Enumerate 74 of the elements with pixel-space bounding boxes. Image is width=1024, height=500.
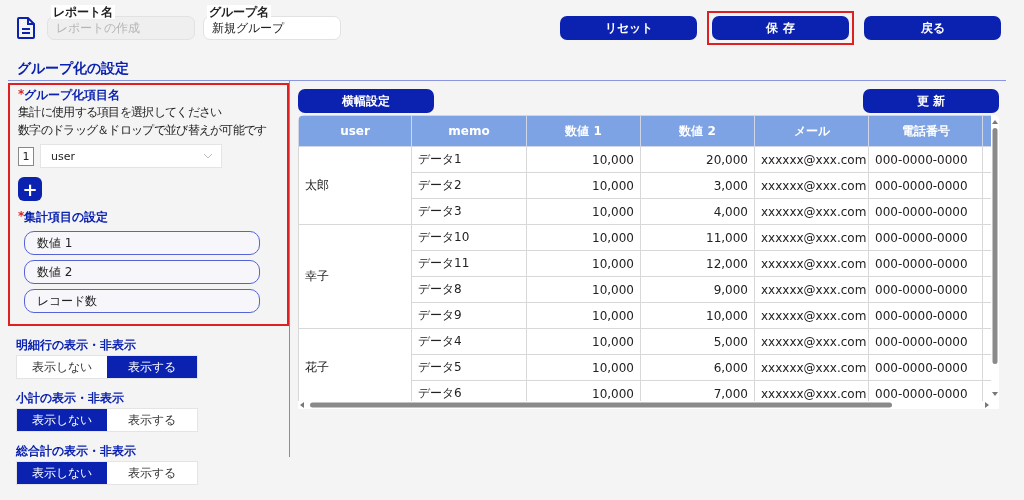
table-cell: 10,000 xyxy=(526,276,641,303)
table-cell: データ8 xyxy=(411,276,527,303)
table-cell: 10,000 xyxy=(526,302,641,329)
toggle-label: 総合計の表示・非表示 xyxy=(16,443,137,459)
toggle-label: 小計の表示・非表示 xyxy=(16,390,125,406)
table-cell: データ3 xyxy=(411,198,527,225)
table-cell: 20,000 xyxy=(640,146,755,173)
table-cell: xxxxxx@xxx.com xyxy=(754,224,869,251)
action-button[interactable]: リセット xyxy=(560,16,697,40)
table-cell: 5,000 xyxy=(640,328,755,355)
table-cell: 10,000 xyxy=(526,224,641,251)
table-cell: 10,000 xyxy=(526,328,641,355)
table-cell: 10,000 xyxy=(640,302,755,329)
table-cell: 000-0000-0000 xyxy=(868,146,983,173)
table-cell: xxxxxx@xxx.com xyxy=(754,276,869,303)
document-icon xyxy=(17,17,35,39)
table-cell: 000-0000-0000 xyxy=(868,328,983,355)
toggle-option[interactable]: 表示しない xyxy=(17,409,107,431)
toggle-label: 明細行の表示・非表示 xyxy=(16,337,137,353)
section-label: 集計項目の設定 xyxy=(24,209,109,225)
chevron-down-icon xyxy=(203,153,213,159)
aggregate-item[interactable]: レコード数 xyxy=(24,289,260,313)
aggregate-item[interactable]: 数値 1 xyxy=(24,231,260,255)
table-cell: 000-0000-0000 xyxy=(868,198,983,225)
table-cell: データ2 xyxy=(411,172,527,199)
table-cell: 太郎 xyxy=(298,146,412,225)
section-label: グループ化項目名 xyxy=(24,87,121,103)
table-cell: データ4 xyxy=(411,328,527,355)
table-cell: 幸子 xyxy=(298,224,412,329)
table-cell: データ1 xyxy=(411,146,527,173)
help-text: 集計に使用する項目を選択してください xyxy=(18,104,223,121)
toggle-option[interactable]: 表示する xyxy=(107,356,197,378)
table-cell: 000-0000-0000 xyxy=(868,172,983,199)
horizontal-scrollbar[interactable] xyxy=(298,401,991,409)
group-item-select[interactable]: user xyxy=(40,144,222,168)
table-cell: xxxxxx@xxx.com xyxy=(754,146,869,173)
table-cell: データ9 xyxy=(411,302,527,329)
table-cell: データ5 xyxy=(411,354,527,381)
add-button[interactable]: + xyxy=(18,177,42,201)
table-cell: 10,000 xyxy=(526,354,641,381)
aggregate-item[interactable]: 数値 2 xyxy=(24,260,260,284)
table-cell: 10,000 xyxy=(526,172,641,199)
required-mark: * xyxy=(18,209,25,225)
table-cell: 000-0000-0000 xyxy=(868,354,983,381)
table-cell: 11,000 xyxy=(640,224,755,251)
table-cell: 4,000 xyxy=(640,198,755,225)
table-cell: xxxxxx@xxx.com xyxy=(754,250,869,277)
required-mark: * xyxy=(18,87,25,103)
toggle-option[interactable]: 表示しない xyxy=(17,462,107,484)
order-number[interactable]: 1 xyxy=(18,146,34,166)
table-cell: xxxxxx@xxx.com xyxy=(754,302,869,329)
table-cell: データ10 xyxy=(411,224,527,251)
table-cell: 6,000 xyxy=(640,354,755,381)
table-cell: 000-0000-0000 xyxy=(868,250,983,277)
action-button[interactable]: 戻る xyxy=(864,16,1001,40)
table-cell: xxxxxx@xxx.com xyxy=(754,328,869,355)
table-cell: 000-0000-0000 xyxy=(868,224,983,251)
table-cell: 9,000 xyxy=(640,276,755,303)
table-cell: 12,000 xyxy=(640,250,755,277)
table-cell: 10,000 xyxy=(526,250,641,277)
table-cell: 3,000 xyxy=(640,172,755,199)
table-cell: xxxxxx@xxx.com xyxy=(754,172,869,199)
column-width-button[interactable]: 横幅設定 xyxy=(298,89,434,113)
action-button[interactable]: 保 存 xyxy=(712,16,849,40)
table-cell: 000-0000-0000 xyxy=(868,302,983,329)
help-text: 数字のドラッグ＆ドロップで並び替えが可能です xyxy=(18,122,268,139)
table-cell: データ11 xyxy=(411,250,527,277)
table-cell: 10,000 xyxy=(526,198,641,225)
refresh-button[interactable]: 更 新 xyxy=(863,89,999,113)
table-cell: xxxxxx@xxx.com xyxy=(754,198,869,225)
table-cell: 000-0000-0000 xyxy=(868,276,983,303)
page-title: グループ化の設定 xyxy=(17,59,130,78)
table-cell: 10,000 xyxy=(526,146,641,173)
table-cell: xxxxxx@xxx.com xyxy=(754,354,869,381)
